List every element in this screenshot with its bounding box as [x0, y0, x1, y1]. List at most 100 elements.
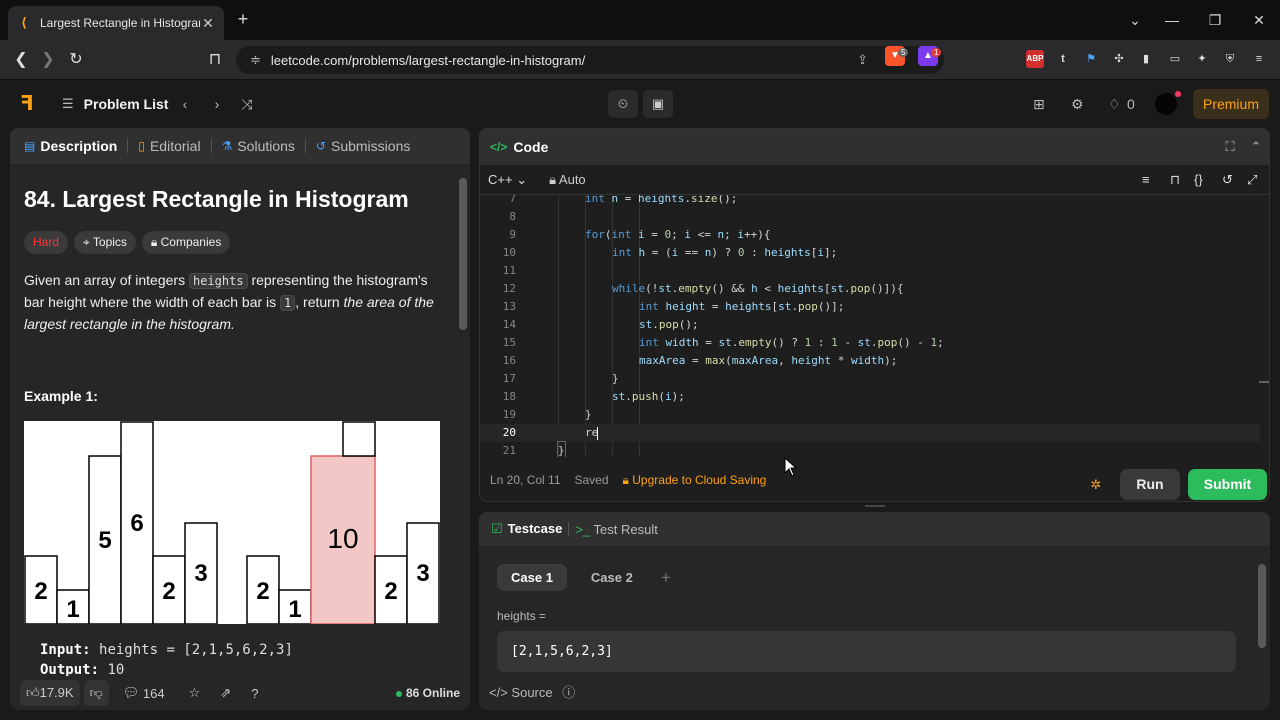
lock-icon: 🔒︎	[622, 472, 629, 487]
fullscreen-icon[interactable]: ⛶	[1220, 137, 1240, 157]
help-icon[interactable]: ?	[251, 686, 258, 701]
area-label: 10	[327, 523, 358, 554]
leetcode-nav: ꟻ ☰ Problem List ‹ › ⤨ ⏲ ▣ ⊞ ⚙ ♢ 0 Premi…	[0, 80, 1280, 128]
streak-fire-icon[interactable]: ♢	[1108, 94, 1121, 114]
language-select[interactable]: C++ ⌄	[488, 172, 527, 188]
prev-problem-icon[interactable]: ‹	[175, 94, 195, 114]
online-count: 86 Online	[395, 676, 460, 710]
mouse-cursor-icon	[784, 457, 798, 477]
favorite-star-icon[interactable]: ☆	[189, 685, 201, 701]
like-button[interactable]: 👍︎ 17.9K	[20, 680, 80, 706]
minimize-window-icon[interactable]: —	[1162, 10, 1182, 30]
share-link-icon[interactable]: ⇗	[220, 685, 231, 701]
tab-submissions[interactable]: ↺ Submissions	[312, 138, 414, 154]
bar-label: 5	[98, 527, 111, 554]
premium-button[interactable]: Premium	[1193, 89, 1269, 119]
description-scrollbar[interactable]	[459, 178, 467, 330]
reset-icon[interactable]: ↺	[1222, 172, 1233, 188]
notification-dot	[1175, 91, 1181, 97]
editor-toolbar: C++ ⌄ 🔒︎ Auto ≡ ⊓ {} ↺ ⤢	[480, 165, 1269, 195]
close-tab-icon[interactable]: ✕	[200, 15, 216, 32]
share-icon[interactable]: ⇪	[857, 52, 868, 68]
companies-chip[interactable]: 🔒︎ Companies	[141, 231, 231, 254]
code-line: 15 int width = st.empty() ? 1 : 1 - st.po…	[502, 336, 944, 349]
tab-editorial[interactable]: ▯ Editorial	[134, 138, 204, 154]
forward-icon[interactable]: ❯	[37, 49, 59, 71]
bar-label: 2	[384, 578, 397, 605]
case-1-tab[interactable]: Case 1	[497, 564, 567, 591]
code-header-label: Code	[513, 139, 549, 155]
comments-button[interactable]: 💬︎ 164	[123, 685, 165, 701]
description-panel: ▤ Description ▯ Editorial ⚗ Solutions ↺ Subm…	[10, 128, 470, 710]
bar-label: 1	[288, 596, 301, 623]
upgrade-link[interactable]: 🔒︎ Upgrade to Cloud Saving	[623, 473, 767, 488]
menu-icon[interactable]: ≡	[1250, 50, 1268, 68]
adblock-icon[interactable]: ABP	[1026, 50, 1044, 68]
close-window-icon[interactable]: ✕	[1249, 10, 1269, 30]
code-line: 21}	[480, 441, 1260, 457]
collapse-chevron-icon[interactable]: ⌃	[1246, 137, 1266, 157]
back-icon[interactable]: ❮	[10, 49, 32, 71]
tab-test-result[interactable]: >_ Test Result	[575, 522, 658, 537]
bookmark-icon[interactable]: ⊓	[1170, 172, 1180, 188]
heights-input[interactable]: [2,1,5,6,2,3]	[497, 631, 1236, 672]
code-line: 19}	[502, 408, 592, 421]
leo-ai-icon[interactable]: ✦	[1193, 50, 1211, 68]
timer-icon[interactable]: ⏲	[608, 90, 638, 118]
source-link[interactable]: </> Source ⓘ	[489, 682, 575, 701]
lock-icon: 🔒︎	[549, 171, 559, 187]
topics-chip[interactable]: ⌖ Topics	[74, 231, 136, 254]
debugger-bug-icon[interactable]: ✲	[1086, 475, 1106, 495]
help-icon[interactable]: ⓘ	[562, 685, 575, 700]
format-icon[interactable]: ≡	[1142, 172, 1150, 187]
bar-label: 6	[130, 510, 143, 537]
wallet-icon[interactable]: ▭	[1166, 50, 1184, 68]
new-tab-button[interactable]: +	[233, 9, 253, 29]
streak-count: 0	[1127, 96, 1135, 112]
add-case-button[interactable]: +	[661, 568, 671, 588]
submit-button[interactable]: Submit	[1188, 469, 1267, 500]
avatar[interactable]	[1155, 91, 1181, 115]
leetcode-logo-icon[interactable]: ꟻ	[20, 92, 42, 116]
problem-list-link[interactable]: ☰ Problem List	[62, 94, 168, 114]
dislike-button[interactable]: 👎︎	[83, 680, 109, 706]
vpn-shield-icon[interactable]: ⛨	[1221, 50, 1239, 68]
run-button[interactable]: Run	[1120, 469, 1180, 500]
case-2-tab[interactable]: Case 2	[577, 564, 647, 591]
thumbs-up-icon: 👍︎	[26, 685, 40, 700]
layout-icon[interactable]: ⊞	[1033, 94, 1045, 114]
code-icon: </>	[489, 685, 508, 700]
browser-tab[interactable]: ⟨ Largest Rectangle in Histogram ✕	[8, 6, 224, 40]
browser-toolbar: ❮ ❯ ↻ ⊓ ≑ leetcode.com/problems/largest-…	[0, 40, 1280, 80]
bar-label: 3	[416, 560, 429, 587]
code-line: 10 int h = (i == n) ? 0 : heights[i];	[502, 246, 838, 259]
extension-flag-icon[interactable]: ⚑	[1082, 50, 1100, 68]
editor-scroll-marker	[1259, 381, 1269, 383]
next-problem-icon[interactable]: ›	[207, 94, 227, 114]
site-settings-icon[interactable]: ≑	[250, 52, 261, 68]
reload-icon[interactable]: ↻	[65, 49, 87, 71]
braces-icon[interactable]: {}	[1194, 172, 1203, 187]
tab-search-chevron-icon[interactable]: ⌄	[1125, 10, 1145, 30]
settings-gear-icon[interactable]: ⚙	[1071, 94, 1084, 114]
extension-t-icon[interactable]: t	[1054, 50, 1072, 68]
bookmark-icon[interactable]: ⊓	[204, 49, 226, 71]
problem-title[interactable]: 84. Largest Rectangle in Histogram	[24, 186, 409, 213]
notes-icon[interactable]: ▣	[643, 90, 673, 118]
tab-solutions[interactable]: ⚗ Solutions	[218, 138, 299, 154]
panel-resize-handle[interactable]	[865, 505, 885, 507]
code-editor[interactable]: 7 int n = heights.size(); 8 9 for(int i = …	[480, 195, 1269, 457]
shuffle-icon[interactable]: ⤨	[237, 94, 257, 114]
lock-icon: 🔒︎	[150, 235, 161, 249]
extensions-puzzle-icon[interactable]: ✣	[1110, 50, 1128, 68]
sidebar-icon[interactable]: ▮	[1137, 50, 1155, 68]
auto-mode[interactable]: 🔒︎ Auto	[549, 172, 586, 188]
testcase-scrollbar[interactable]	[1258, 564, 1266, 648]
tab-description[interactable]: ▤ Description	[20, 138, 121, 154]
description-footer: 👍︎ 17.9K 👎︎ 💬︎ 164 ☆ ⇗ ? 86 Online	[10, 676, 470, 710]
tab-testcase[interactable]: ☑ Testcase	[491, 521, 562, 537]
expand-icon[interactable]: ⤢	[1247, 172, 1257, 188]
restore-window-icon[interactable]: ❐	[1205, 10, 1225, 30]
address-bar[interactable]: ≑ leetcode.com/problems/largest-rectangl…	[236, 46, 944, 74]
checkbox-icon: ☑	[491, 521, 503, 536]
